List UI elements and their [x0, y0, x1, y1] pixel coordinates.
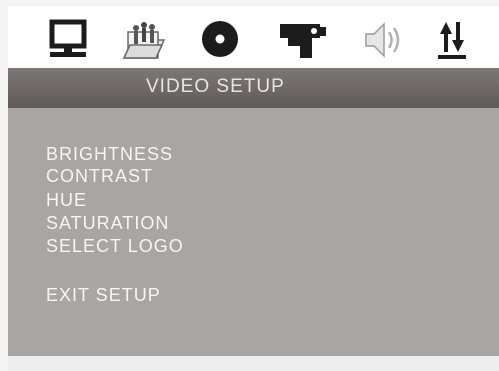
menu-item-exit-setup[interactable]: EXIT SETUP: [46, 284, 161, 306]
speaker-icon[interactable]: [358, 18, 414, 64]
menu-item-brightness[interactable]: BRIGHTNESS: [46, 143, 173, 165]
menu-item-saturation[interactable]: SATURATION: [46, 212, 169, 234]
setup-screen: VIDEO SETUP BRIGHTNESS CONTRAST HUE SATU…: [0, 0, 499, 371]
title-bar: VIDEO SETUP: [8, 68, 499, 108]
sort-arrows-icon[interactable]: [428, 18, 484, 64]
disc-icon[interactable]: [192, 18, 248, 64]
camera-icon[interactable]: [276, 18, 332, 64]
menu-panel: BRIGHTNESS CONTRAST HUE SATURATION SELEC…: [8, 108, 499, 356]
monitor-icon[interactable]: [44, 18, 100, 64]
setup-toolbar: [8, 6, 499, 68]
page-title: VIDEO SETUP: [146, 76, 285, 97]
menu-item-hue[interactable]: HUE: [46, 189, 87, 211]
menu-item-select-logo[interactable]: SELECT LOGO: [46, 235, 184, 257]
bottom-strip: [8, 356, 499, 371]
menu-item-contrast[interactable]: CONTRAST: [46, 165, 153, 187]
language-folder-icon[interactable]: [118, 18, 174, 64]
